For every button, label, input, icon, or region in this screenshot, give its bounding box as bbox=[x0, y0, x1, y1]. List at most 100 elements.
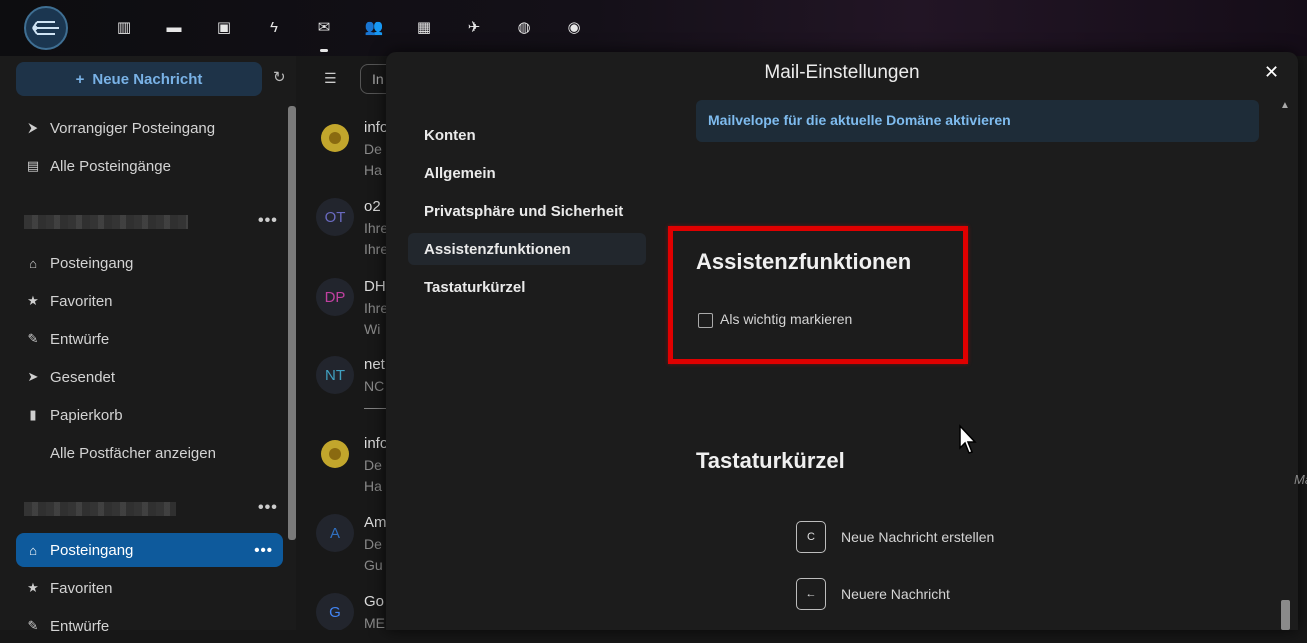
contacts-icon[interactable]: 👥 bbox=[363, 16, 385, 38]
message-subject: Ihre bbox=[364, 220, 389, 236]
message-sender: info bbox=[364, 119, 389, 136]
message-subject: NC bbox=[364, 378, 385, 394]
sidebar-item-priority-inbox[interactable]: ⮞ Vorrangiger Posteingang bbox=[16, 111, 283, 145]
background-edge-text: Ma bbox=[1294, 472, 1307, 487]
shortcut-label: Neuere Nachricht bbox=[841, 586, 950, 602]
sidebar-item-label: Posteingang bbox=[50, 254, 134, 272]
highlight-annotation-box bbox=[668, 226, 968, 364]
message-sender: o2 bbox=[364, 198, 381, 215]
settings-nav-assistance[interactable]: Assistenzfunktionen bbox=[408, 233, 646, 265]
avatar: OT bbox=[316, 198, 354, 236]
shortcut-key: C bbox=[796, 521, 826, 553]
home-icon: ⌂ bbox=[29, 542, 37, 558]
sidebar-item-label: Favoriten bbox=[50, 292, 113, 310]
mailvelope-banner[interactable]: Mailvelope für die aktuelle Domäne aktiv… bbox=[696, 100, 1259, 142]
message-list-item[interactable]: A Am De Gu bbox=[296, 502, 396, 580]
avatar bbox=[316, 435, 354, 473]
circuit-logo-icon bbox=[32, 21, 59, 35]
avatar: DP bbox=[316, 278, 354, 316]
sidebar-item-all-inboxes[interactable]: ▤ Alle Posteingänge bbox=[16, 149, 283, 183]
photos-icon[interactable]: ▣ bbox=[213, 16, 235, 38]
top-bar: ▥ ▬ ▣ ϟ ✉ 👥 ▦ ✈ ◍ ◉ bbox=[0, 0, 1307, 56]
account-name-redacted bbox=[24, 502, 176, 516]
sidebar-item-sent[interactable]: ➤ Gesendet bbox=[16, 360, 283, 394]
avatar: NT bbox=[316, 356, 354, 394]
message-list-item[interactable]: DP DH Ihre Wi bbox=[296, 266, 396, 344]
message-list-item[interactable]: OT o2 Ihre Ihre bbox=[296, 186, 396, 264]
toggle-sidebar-icon[interactable]: ☰ bbox=[324, 70, 337, 87]
trash-icon: ▮ bbox=[29, 407, 37, 422]
sidebar-item-label: Alle Posteingänge bbox=[50, 157, 171, 175]
shortcuts-heading: Tastaturkürzel bbox=[696, 448, 845, 473]
calendar-icon[interactable]: ▦ bbox=[413, 16, 435, 38]
sidebar-scrollbar[interactable] bbox=[288, 106, 296, 540]
close-icon[interactable]: ✕ bbox=[1264, 62, 1279, 83]
files-icon[interactable]: ▬ bbox=[163, 16, 185, 38]
message-sender: DH bbox=[364, 278, 386, 295]
message-preview: Ihre bbox=[364, 241, 389, 257]
star-icon: ★ bbox=[27, 580, 39, 595]
item-menu-icon[interactable]: ••• bbox=[254, 542, 273, 559]
message-list-item[interactable]: info De Ha bbox=[296, 423, 396, 501]
settings-nav-accounts[interactable]: Konten bbox=[408, 119, 646, 151]
sidebar-item-trash[interactable]: ▮ Papierkorb bbox=[16, 398, 283, 432]
message-preview: Gu bbox=[364, 557, 383, 573]
shortcut-label: Neue Nachricht erstellen bbox=[841, 529, 995, 545]
sidebar-item-favorites[interactable]: ★ Favoriten bbox=[16, 284, 283, 318]
activity-icon[interactable]: ϟ bbox=[263, 16, 285, 38]
settings-dialog: Mail-Einstellungen ✕ Konten Allgemein Pr… bbox=[386, 52, 1298, 630]
pencil-icon: ✎ bbox=[27, 331, 39, 346]
mail-icon[interactable]: ✉ bbox=[313, 16, 335, 52]
sidebar-item-favorites[interactable]: ★ Favoriten bbox=[16, 571, 283, 605]
news-icon[interactable]: ✈ bbox=[463, 16, 485, 38]
sidebar-item-label: Papierkorb bbox=[50, 406, 123, 424]
web-icon[interactable]: ◍ bbox=[513, 16, 535, 38]
message-preview: Ha bbox=[364, 478, 382, 494]
message-sender: info bbox=[364, 435, 389, 452]
sidebar-item-drafts[interactable]: ✎ Entwürfe bbox=[16, 609, 283, 643]
account-menu-icon[interactable]: ••• bbox=[258, 212, 278, 230]
sidebar-item-show-all-mailboxes[interactable]: Alle Postfächer anzeigen bbox=[16, 436, 283, 470]
dialog-scrollbar[interactable] bbox=[1281, 600, 1290, 630]
sidebar-item-label: Posteingang bbox=[50, 541, 134, 559]
avatar: A bbox=[316, 514, 354, 552]
sidebar-item-label: Gesendet bbox=[50, 368, 116, 386]
star-icon: ★ bbox=[27, 293, 39, 308]
mail-sidebar: + Neue Nachricht ↻ ▲ ⮞ Vorrangiger Poste… bbox=[0, 56, 303, 635]
mouse-cursor-icon bbox=[959, 424, 977, 454]
scroll-up-arrow-icon[interactable]: ▲ bbox=[1280, 100, 1290, 111]
account-name-redacted bbox=[24, 215, 188, 229]
plus-icon: + bbox=[75, 70, 85, 88]
pencil-icon: ✎ bbox=[27, 618, 39, 633]
sidebar-item-drafts[interactable]: ✎ Entwürfe bbox=[16, 322, 283, 356]
message-subject: De bbox=[364, 141, 382, 157]
sidebar-item-label: Alle Postfächer anzeigen bbox=[50, 444, 216, 462]
settings-nav-shortcuts[interactable]: Tastaturkürzel bbox=[408, 271, 646, 303]
message-list-item[interactable]: NT net NC —— bbox=[296, 344, 396, 422]
priority-icon: ⮞ bbox=[28, 120, 38, 135]
message-list-item[interactable]: G Go ME bbox=[296, 581, 396, 630]
sidebar-item-inbox-active[interactable]: ⌂ Posteingang ••• bbox=[16, 533, 283, 567]
message-subject: De bbox=[364, 536, 382, 552]
new-message-button[interactable]: + Neue Nachricht bbox=[16, 62, 262, 96]
settings-nav-privacy[interactable]: Privatsphäre und Sicherheit bbox=[408, 195, 646, 227]
sidebar-item-label: Favoriten bbox=[50, 579, 113, 597]
refresh-icon[interactable]: ↻ bbox=[273, 68, 286, 86]
account-menu-icon[interactable]: ••• bbox=[258, 499, 278, 517]
app-logo[interactable] bbox=[24, 6, 68, 50]
sidebar-item-inbox[interactable]: ⌂ Posteingang bbox=[16, 246, 283, 280]
avatar bbox=[316, 119, 354, 157]
sidebar-item-label: Vorrangiger Posteingang bbox=[50, 119, 216, 137]
message-sender: Am bbox=[364, 514, 387, 531]
inbox-stack-icon: ▤ bbox=[26, 158, 40, 173]
message-list: ☰ In info De Ha OT o2 Ihre Ihre DP DH Ihre Wi NT net… bbox=[296, 56, 396, 630]
settings-nav-general[interactable]: Allgemein bbox=[408, 157, 646, 189]
avatar: G bbox=[316, 593, 354, 630]
message-preview: Ha bbox=[364, 162, 382, 178]
message-list-item[interactable]: info De Ha bbox=[296, 107, 396, 185]
sidebar-item-label: Entwürfe bbox=[50, 617, 110, 635]
circle-icon[interactable]: ◉ bbox=[563, 16, 585, 38]
dashboard-icon[interactable]: ▥ bbox=[113, 16, 135, 38]
home-icon: ⌂ bbox=[29, 255, 37, 271]
message-sender: net bbox=[364, 356, 385, 373]
